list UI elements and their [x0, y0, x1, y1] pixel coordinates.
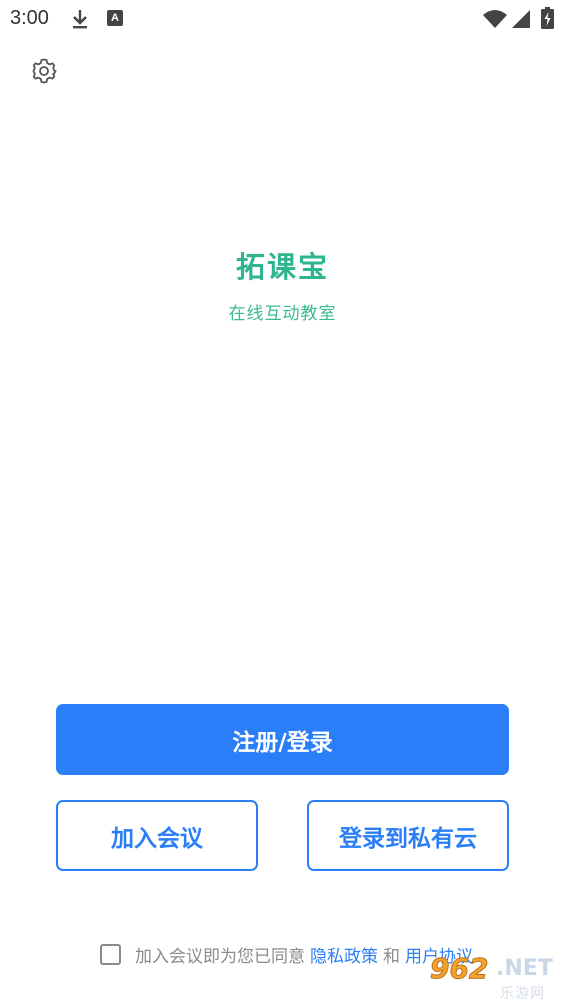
signal-icon: [512, 10, 530, 28]
agreement-and: 和: [383, 946, 400, 967]
watermark-domain: .NET: [496, 956, 553, 981]
a-notification-icon: A: [107, 10, 123, 26]
watermark-logo: 962 .NET 乐游网: [424, 950, 565, 1004]
agreement-checkbox[interactable]: [100, 943, 121, 965]
app-title: 拓课宝: [235, 250, 329, 284]
login-private-cloud-button[interactable]: 登录到私有云: [307, 800, 509, 871]
status-time: 3:00: [10, 7, 49, 29]
watermark-site-name: 乐游网: [500, 986, 545, 1002]
register-login-button[interactable]: 注册/登录: [56, 704, 509, 775]
app-subtitle: 在线互动教室: [228, 304, 337, 324]
settings-button[interactable]: [28, 55, 60, 87]
agreement-text: 加入会议即为您已同意: [135, 946, 305, 967]
agreement-row: 加入会议即为您已同意 隐私政策 和 用户协议: [100, 941, 478, 967]
join-meeting-button[interactable]: 加入会议: [56, 800, 258, 871]
gear-icon: [32, 58, 57, 84]
watermark-number: 962: [429, 952, 489, 986]
status-bar: 3:00 A: [0, 0, 565, 38]
battery-charging-icon: [541, 7, 554, 29]
privacy-policy-link[interactable]: 隐私政策: [310, 942, 378, 967]
download-icon: [73, 10, 87, 29]
wifi-icon: [483, 10, 507, 28]
